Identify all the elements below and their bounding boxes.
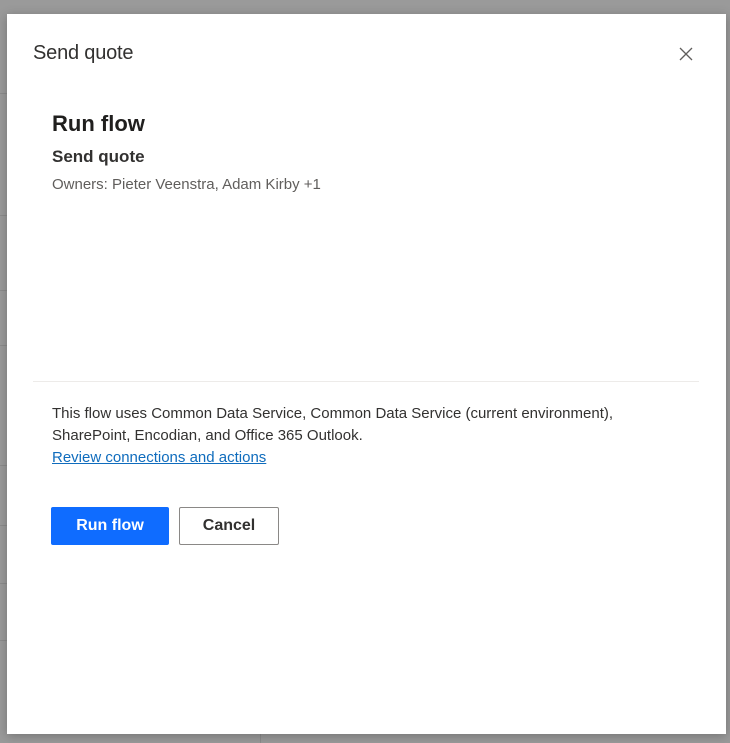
backdrop-divider [0, 525, 7, 526]
backdrop-divider [0, 640, 7, 641]
connections-text-line2: SharePoint, Encodian, and Office 365 Out… [52, 427, 363, 444]
flow-owners: Owners: Pieter Veenstra, Adam Kirby +1 [52, 176, 321, 193]
backdrop-divider [260, 734, 261, 743]
section-divider [33, 381, 699, 382]
cancel-button[interactable]: Cancel [179, 507, 279, 545]
backdrop-divider [0, 290, 7, 291]
backdrop-divider [0, 583, 7, 584]
close-icon [679, 47, 693, 61]
dialog-heading: Run flow [52, 111, 145, 136]
connections-text-line1: This flow uses Common Data Service, Comm… [52, 405, 614, 422]
connections-info: This flow uses Common Data Service, Comm… [52, 403, 692, 469]
backdrop-divider [0, 345, 7, 346]
backdrop-divider [0, 93, 7, 94]
backdrop-divider [0, 465, 7, 466]
review-connections-link[interactable]: Review connections and actions [52, 447, 266, 469]
run-flow-button[interactable]: Run flow [51, 507, 169, 545]
run-flow-dialog: Send quote Run flow Send quote Owners: P… [7, 14, 726, 734]
backdrop-divider [0, 215, 7, 216]
flow-name: Send quote [52, 147, 145, 166]
dialog-title: Send quote [33, 42, 134, 64]
close-button[interactable] [674, 42, 698, 66]
